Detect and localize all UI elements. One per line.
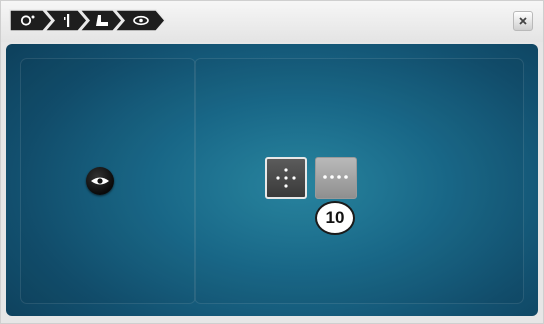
breadcrumb-item-needle-eye[interactable] xyxy=(9,9,53,32)
close-icon xyxy=(519,17,527,25)
option-dots-row-button[interactable] xyxy=(315,157,357,199)
needle-icon xyxy=(67,14,70,27)
breadcrumb xyxy=(9,9,166,32)
right-panel xyxy=(194,58,524,304)
eye-button[interactable] xyxy=(86,167,114,195)
window: 10 xyxy=(0,0,544,324)
dots-row-icon xyxy=(323,175,348,179)
eye-icon xyxy=(91,177,109,185)
toolbar xyxy=(0,0,544,42)
close-button[interactable] xyxy=(513,11,533,31)
option-dots-cross-button[interactable] xyxy=(265,157,307,199)
callout-badge: 10 xyxy=(315,201,355,235)
dots-cross-icon xyxy=(276,168,296,188)
